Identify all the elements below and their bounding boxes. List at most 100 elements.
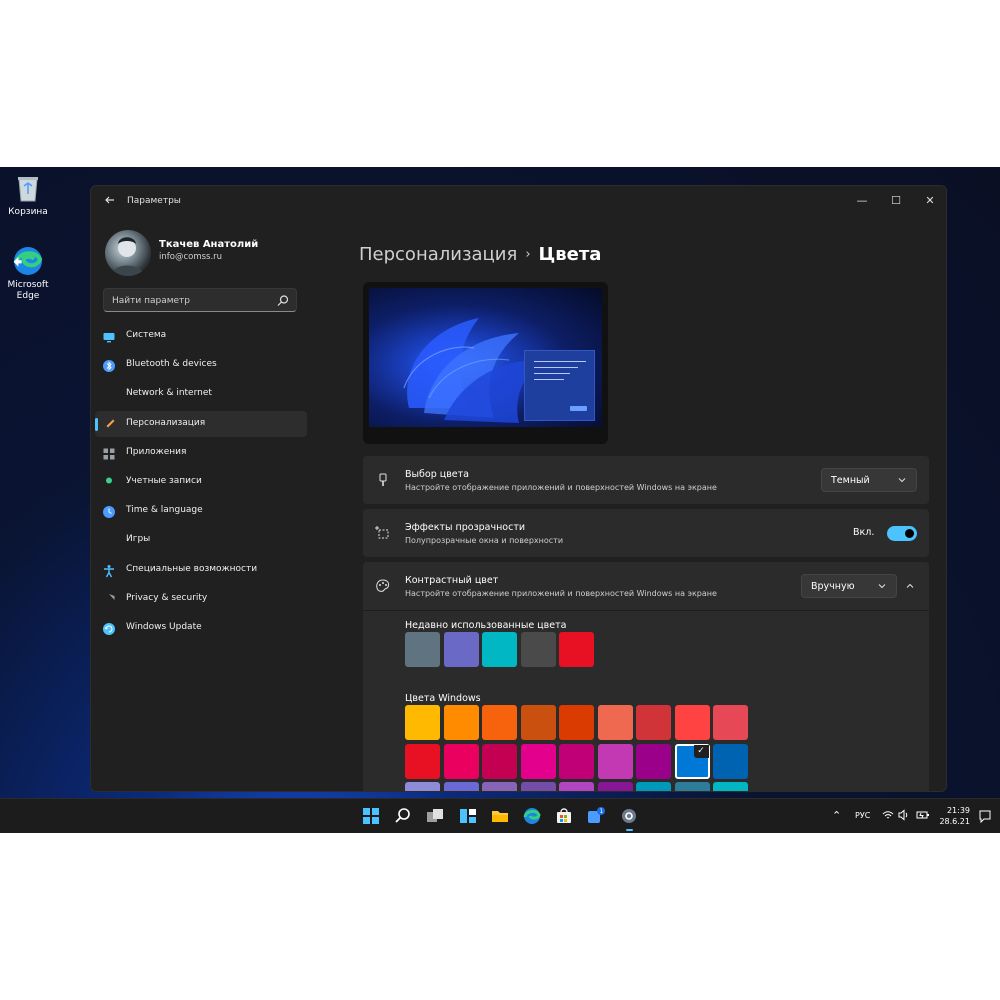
edge-icon[interactable] [522, 806, 542, 826]
volume-icon[interactable] [898, 809, 910, 823]
clock[interactable]: 21:39 28.6.21 [939, 805, 970, 827]
windows-color-swatch[interactable] [520, 705, 556, 740]
breadcrumb-parent[interactable]: Персонализация [359, 244, 517, 265]
minimize-button[interactable]: — [845, 190, 879, 212]
sidebar-item-network[interactable]: Network & internet [95, 381, 307, 407]
windows-color-swatch[interactable] [674, 705, 710, 740]
windows-color-swatch[interactable] [520, 743, 556, 779]
windows-color-swatch[interactable] [520, 782, 556, 791]
windows-color-swatch[interactable] [713, 705, 748, 740]
windows-color-swatch[interactable] [559, 782, 594, 791]
sidebar-item-time-language[interactable]: Time & language [95, 498, 307, 524]
accent-dropdown[interactable]: Вручную [801, 574, 897, 598]
search-box[interactable] [103, 288, 297, 312]
notification-icon[interactable] [978, 808, 992, 824]
sidebar-item-bluetooth[interactable]: Bluetooth & devices [95, 352, 307, 378]
avatar[interactable] [105, 230, 151, 276]
widgets-icon[interactable] [458, 806, 478, 826]
preview-line [534, 367, 578, 368]
system-icon [102, 329, 116, 343]
color-mode-value: Темный [831, 475, 870, 486]
windows-color-swatch[interactable] [597, 705, 633, 740]
windows-color-swatch[interactable] [559, 743, 594, 779]
windows-color-swatch[interactable] [636, 782, 671, 791]
windows-color-swatch[interactable] [674, 782, 710, 791]
recent-color-swatch[interactable] [405, 632, 440, 667]
collapse-button[interactable] [901, 578, 919, 594]
sidebar-item-update[interactable]: Windows Update [95, 615, 307, 641]
sidebar-item-shield[interactable]: Privacy & security [95, 586, 307, 612]
search-icon[interactable] [393, 806, 413, 826]
brush-icon [102, 417, 116, 431]
recycle-bin-icon [12, 172, 44, 204]
sidebar-item-label: Специальные возможности [126, 563, 258, 574]
task-view-icon[interactable] [425, 806, 445, 826]
windows-color-swatch[interactable] [713, 743, 748, 779]
accounts-icon [102, 475, 116, 489]
sparkle-icon [375, 525, 391, 541]
color-mode-title: Выбор цвета [405, 469, 470, 480]
windows-color-swatch-selected[interactable]: ✓ [674, 743, 710, 779]
desktop-icon-edge[interactable]: Microsoft Edge [0, 245, 56, 302]
sidebar-item-brush[interactable]: Персонализация [95, 410, 307, 437]
windows-color-swatch[interactable] [559, 705, 594, 740]
settings-window: Параметры — ☐ ✕ Ткачев Анатолий info@com… [90, 185, 947, 792]
sidebar-item-gaming[interactable]: Игры [95, 527, 307, 553]
tray-chevron[interactable]: ⌃ [832, 809, 841, 822]
windows-color-swatch[interactable] [636, 705, 671, 740]
windows-color-swatch[interactable] [597, 782, 633, 791]
minimize-icon: — [856, 194, 868, 207]
windows-color-swatch[interactable] [405, 743, 440, 779]
desktop-icon-recycle-bin[interactable]: Корзина [0, 172, 56, 218]
windows-color-swatch[interactable] [636, 743, 671, 779]
windows-color-swatch[interactable] [482, 782, 517, 791]
color-mode-subtitle: Настройте отображение приложений и повер… [405, 483, 717, 492]
recent-color-swatch[interactable] [482, 632, 517, 667]
palette-icon [375, 578, 391, 594]
accent-value: Вручную [811, 581, 855, 592]
color-mode-card: Выбор цвета Настройте отображение прилож… [363, 456, 929, 504]
back-button[interactable] [101, 194, 119, 210]
store-icon[interactable] [554, 806, 574, 826]
gaming-icon [102, 533, 116, 547]
file-explorer-icon[interactable] [490, 806, 510, 826]
teams-icon[interactable]: 1 [586, 806, 606, 826]
search-icon[interactable] [276, 293, 290, 307]
transparency-toggle[interactable] [887, 526, 917, 541]
windows-color-swatch[interactable] [597, 743, 633, 779]
wifi-icon[interactable] [882, 809, 894, 823]
preview-mini-window [524, 350, 595, 421]
windows-color-swatch[interactable] [443, 782, 479, 791]
sidebar-item-system[interactable]: Система [95, 323, 307, 349]
sidebar-item-accessibility[interactable]: Специальные возможности [95, 557, 307, 583]
network-icon [102, 387, 116, 401]
sidebar-item-label: Игры [126, 534, 151, 545]
windows-color-swatch[interactable] [482, 743, 517, 779]
close-button[interactable]: ✕ [913, 190, 946, 212]
windows-color-swatch[interactable] [443, 705, 479, 740]
sidebar-item-label: Windows Update [126, 622, 202, 632]
search-input[interactable] [112, 293, 272, 308]
battery-icon[interactable] [916, 809, 930, 823]
maximize-button[interactable]: ☐ [879, 190, 913, 212]
chevron-down-icon [877, 581, 887, 591]
maximize-icon: ☐ [891, 194, 901, 207]
windows-color-swatch[interactable] [405, 705, 440, 740]
recent-color-swatch[interactable] [520, 632, 556, 667]
sidebar-item-label: Система [126, 330, 167, 340]
sidebar-item-accounts[interactable]: Учетные записи [95, 469, 307, 495]
chevron-down-icon [897, 475, 907, 485]
sidebar-item-apps[interactable]: Приложения [95, 440, 307, 466]
settings-icon[interactable] [619, 806, 639, 831]
color-mode-dropdown[interactable]: Темный [821, 468, 917, 492]
windows-color-swatch[interactable] [482, 705, 517, 740]
windows-color-swatch[interactable] [405, 782, 440, 791]
recent-color-swatch[interactable] [559, 632, 594, 667]
title-bar[interactable]: Параметры — ☐ ✕ [91, 186, 946, 218]
start-icon[interactable] [361, 806, 381, 826]
recent-color-swatch[interactable] [443, 632, 479, 667]
transparency-title: Эффекты прозрачности [405, 522, 526, 533]
windows-color-swatch[interactable] [713, 782, 748, 791]
windows-color-swatch[interactable] [443, 743, 479, 779]
language-indicator[interactable]: РУС [855, 811, 870, 820]
